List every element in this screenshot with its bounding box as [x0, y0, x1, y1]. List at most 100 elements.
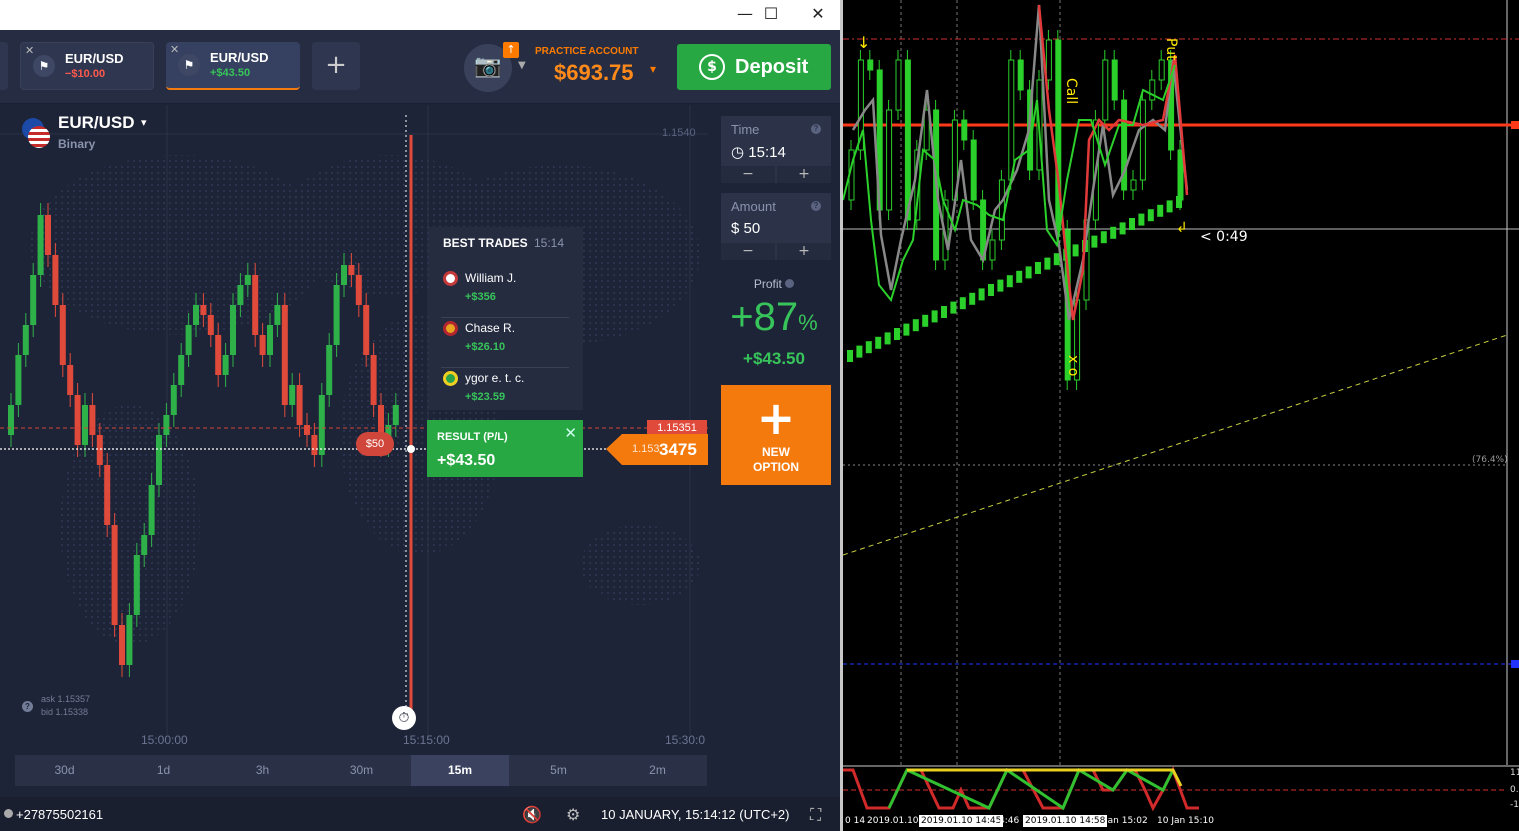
close-tab-icon[interactable]: ✕: [170, 43, 179, 56]
trend-marker: [978, 288, 985, 301]
trader-profit: +$26.10: [465, 341, 506, 353]
mt-candle-body: [867, 59, 874, 71]
amount-increase-button[interactable]: +: [777, 243, 831, 260]
new-option-label-2: OPTION: [752, 460, 799, 474]
fullscreen-icon[interactable]: ⛶: [810, 805, 821, 825]
candle-body: [111, 525, 118, 625]
status-bar: +27875502161 🔇 ⚙ 10 JANUARY, 15:14:12 (U…: [0, 797, 840, 831]
timer-icon: ⏱: [392, 706, 416, 730]
new-option-button[interactable]: + NEW OPTION: [721, 385, 831, 485]
trend-marker: [865, 341, 872, 354]
profit-pct-value: +87: [730, 295, 799, 339]
period-selector: 30d 1d 3h 30m 15m 5m 2m: [15, 755, 707, 786]
candle-body: [215, 335, 222, 375]
upgrade-icon[interactable]: ↑: [503, 42, 519, 58]
time-axis-label: 0 14: [845, 816, 866, 826]
candle-body: [244, 275, 251, 285]
flag-icon: [443, 371, 458, 386]
candle-body: [259, 335, 266, 355]
amount-decrease-button[interactable]: −: [721, 243, 775, 260]
trend-marker: [959, 297, 966, 310]
period-15m[interactable]: 15m: [411, 755, 509, 786]
support-phone[interactable]: +27875502161: [16, 807, 103, 822]
mt-candle-body: [1139, 99, 1146, 181]
mt-candle-body: [961, 119, 968, 141]
help-icon[interactable]: ?: [811, 124, 821, 134]
trader-profit: +$23.59: [465, 391, 506, 403]
amount-label: Amount: [731, 199, 776, 214]
clock-icon: ◷: [731, 144, 745, 161]
asset-tab-partial[interactable]: [0, 42, 8, 90]
account-balance[interactable]: $693.75: [554, 60, 634, 86]
candle-body: [30, 275, 37, 325]
new-option-label: NEW OPTION: [721, 445, 831, 475]
period-3h[interactable]: 3h: [213, 755, 312, 786]
chevron-down-icon[interactable]: ▼: [518, 60, 526, 71]
candle-body: [274, 305, 281, 325]
result-value: +$43.50: [437, 452, 496, 469]
mt-candle-body: [1130, 179, 1137, 191]
candle-body: [370, 355, 377, 405]
candle-body: [22, 325, 29, 355]
chevron-down-icon[interactable]: ▾: [650, 62, 656, 76]
mt-candle-body: [970, 139, 977, 201]
candle-body: [222, 355, 229, 375]
trend-marker: [1157, 204, 1164, 217]
mute-icon[interactable]: 🔇: [522, 805, 542, 824]
list-item: Chase R. +$26.10: [441, 318, 569, 368]
time-increase-button[interactable]: +: [777, 166, 831, 183]
asset-selector[interactable]: EUR/USD: [58, 113, 135, 133]
current-price-prefix: 1.153: [632, 443, 660, 455]
asset-tab-2[interactable]: ✕ ⚑ EUR/USD +$43.50: [166, 42, 300, 90]
time-decrease-button[interactable]: −: [721, 166, 775, 183]
time-value: ◷ 15:14: [731, 143, 786, 161]
period-1d[interactable]: 1d: [114, 755, 213, 786]
metatrader-chart[interactable]: ↓ Call Put x o ↲ < 0:49 (76.4%) 11 0. -1…: [840, 0, 1519, 831]
trend-marker: [1035, 262, 1041, 274]
period-5m[interactable]: 5m: [509, 755, 608, 786]
candle-body: [37, 215, 44, 275]
period-30d[interactable]: 30d: [15, 755, 114, 786]
amount-field[interactable]: $ 50: [731, 220, 760, 237]
time-axis-label: 10 Jan 15:10: [1157, 816, 1214, 826]
mt-candle-body: [904, 59, 911, 221]
candle-body: [185, 325, 192, 355]
help-icon[interactable]: ?: [22, 701, 33, 712]
time-selector[interactable]: Time ? ◷ 15:14 − +: [721, 116, 831, 183]
mt-candle-body: [1111, 59, 1118, 101]
trend-marker: [1176, 196, 1182, 208]
time-axis-label: 2019.01.10 14:58: [1023, 815, 1108, 827]
close-tab-icon[interactable]: ✕: [25, 44, 34, 57]
deposit-button[interactable]: $ Deposit: [677, 44, 831, 90]
help-icon[interactable]: ?: [811, 201, 821, 211]
close-icon[interactable]: ✕: [564, 424, 577, 442]
date-time: 10 JANUARY, 15:14:12 (UTC+2): [601, 807, 790, 822]
indicator-axis-label: 0.: [1510, 785, 1519, 795]
asset-tab-1[interactable]: ✕ ⚑ EUR/USD −$10.00: [20, 42, 154, 90]
current-price-tag: 1.153 3475: [622, 434, 708, 465]
close-icon[interactable]: ✕: [795, 0, 840, 30]
help-icon[interactable]: [785, 279, 795, 288]
period-2m[interactable]: 2m: [608, 755, 707, 786]
price-chart[interactable]: [0, 105, 708, 753]
chevron-down-icon[interactable]: ▾: [141, 116, 147, 129]
time-axis-label: 15:15:00: [403, 733, 450, 747]
amount-selector[interactable]: Amount ? $ 50 − +: [721, 193, 831, 260]
trend-marker: [969, 292, 976, 305]
maximize-icon[interactable]: ☐: [748, 0, 794, 30]
candle-body: [289, 385, 296, 405]
list-item: William J. +$356: [441, 268, 569, 318]
account-type-label[interactable]: PRACTICE ACCOUNT: [535, 46, 639, 57]
trend-marker: [1129, 218, 1135, 230]
trend-marker: [941, 306, 947, 318]
period-30m[interactable]: 30m: [312, 755, 411, 786]
candle-body: [281, 305, 288, 405]
trading-app: — ☐ ✕ ✕ ⚑ EUR/USD −$10.00 ✕ ⚑ EUR/USD +$…: [0, 0, 840, 831]
settings-icon[interactable]: ⚙: [566, 805, 580, 824]
candle-body: [296, 385, 303, 425]
candle-body: [363, 305, 370, 355]
trend-marker: [1072, 244, 1079, 257]
flag-icon: ⚑: [178, 54, 200, 76]
add-asset-button[interactable]: +: [312, 42, 360, 90]
tab-asset-name: EUR/USD: [210, 50, 269, 65]
